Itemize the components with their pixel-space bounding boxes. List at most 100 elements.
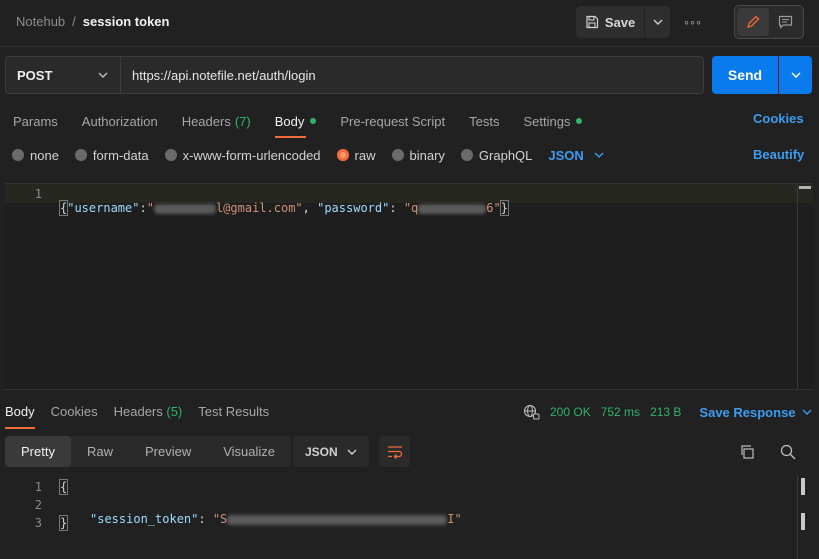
headers-count: (7) xyxy=(234,113,251,129)
tab-headers-label: Headers xyxy=(181,113,231,129)
line-number: 2 xyxy=(34,498,42,512)
line-number: 3 xyxy=(34,516,42,530)
key-password: "password" xyxy=(317,201,390,215)
response-tab-cookies-label: Cookies xyxy=(50,404,98,419)
response-key: "session_token" xyxy=(90,512,199,526)
body-type-options: none form-data x-www-form-urlencoded raw… xyxy=(12,146,604,164)
response-tab-cookies[interactable]: Cookies xyxy=(51,404,98,422)
request-body-code[interactable]: {"username":" l@gmail.com", "password": "… xyxy=(58,187,509,216)
radio-none[interactable]: none xyxy=(12,148,59,163)
radio-circle-selected xyxy=(336,149,349,161)
tab-pre-request-label: Pre-request Script xyxy=(340,113,446,129)
colon-space: : xyxy=(389,201,404,215)
response-tab-headers[interactable]: Headers (5) xyxy=(114,404,183,422)
body-indicator-dot xyxy=(310,118,317,124)
tab-body[interactable]: Body xyxy=(274,110,317,138)
chevron-down-icon xyxy=(790,72,801,78)
chevron-down-icon xyxy=(98,72,108,78)
response-tab-body[interactable]: Body xyxy=(5,404,35,429)
tab-settings[interactable]: Settings xyxy=(523,110,583,132)
method-select[interactable]: POST xyxy=(5,56,121,94)
send-options-button[interactable] xyxy=(779,56,812,94)
response-tab-test-results-label: Test Results xyxy=(198,404,270,419)
response-scroll-marker[interactable] xyxy=(801,478,805,495)
wrap-lines-button[interactable] xyxy=(379,436,410,467)
radio-circle xyxy=(74,149,87,161)
save-group: Save xyxy=(576,6,670,38)
save-button[interactable]: Save xyxy=(576,6,644,38)
response-value-suffix: I" xyxy=(447,512,462,526)
save-icon xyxy=(586,15,598,29)
tab-tests[interactable]: Tests xyxy=(469,110,499,132)
tab-authorization-label: Authorization xyxy=(81,113,158,129)
response-tab-test-results[interactable]: Test Results xyxy=(198,404,269,422)
redacted-session-token xyxy=(227,514,448,525)
radio-binary[interactable]: binary xyxy=(391,148,445,163)
copy-icon xyxy=(741,445,754,459)
response-meta: 200 OK 752 ms 213 B Save Response xyxy=(523,404,812,420)
tab-pre-request-script[interactable]: Pre-request Script xyxy=(340,110,445,132)
documentation-mode-button[interactable] xyxy=(769,8,801,36)
tab-authorization[interactable]: Authorization xyxy=(82,110,158,132)
close-brace: } xyxy=(499,200,509,216)
copy-button[interactable] xyxy=(737,442,757,462)
view-preview[interactable]: Preview xyxy=(129,436,207,467)
tab-headers[interactable]: Headers (7) xyxy=(182,110,251,132)
search-button[interactable] xyxy=(777,441,799,463)
chevron-down-icon xyxy=(802,409,812,415)
save-response-button[interactable]: Save Response xyxy=(699,404,812,420)
cookies-link[interactable]: Cookies xyxy=(753,111,804,126)
editor-scrollbar[interactable] xyxy=(797,185,811,389)
editor-scrollbar-thumb[interactable] xyxy=(799,186,811,189)
response-tab-headers-label: Headers xyxy=(113,404,163,419)
response-headers-count: (5) xyxy=(166,404,183,419)
password-prefix: "q xyxy=(403,201,419,215)
response-tabs: Body Cookies Headers (5) Test Results xyxy=(5,404,285,429)
pencil-icon xyxy=(747,15,760,28)
view-pretty[interactable]: Pretty xyxy=(5,436,71,467)
breadcrumb-workspace[interactable]: Notehub xyxy=(16,14,65,29)
view-raw[interactable]: Raw xyxy=(71,436,129,467)
view-visualize[interactable]: Visualize xyxy=(207,436,291,467)
wrap-lines-icon xyxy=(387,445,402,459)
status-code[interactable]: 200 OK xyxy=(550,405,591,419)
header-divider xyxy=(0,46,819,47)
response-size[interactable]: 213 B xyxy=(650,405,681,419)
beautify-link[interactable]: Beautify xyxy=(753,147,804,162)
tab-body-label: Body xyxy=(274,113,305,129)
tab-params[interactable]: Params xyxy=(13,110,58,132)
radio-form-data[interactable]: form-data xyxy=(74,147,149,163)
chevron-down-icon xyxy=(347,449,357,455)
response-token-line[interactable]: "session_token": "S I" xyxy=(90,498,462,526)
more-actions-button[interactable]: ◦◦◦ xyxy=(680,12,706,32)
radio-circle xyxy=(164,149,177,161)
comment-icon xyxy=(778,15,792,29)
radio-urlencoded[interactable]: x-www-form-urlencoded xyxy=(164,147,321,163)
response-format-select[interactable]: JSON xyxy=(293,436,369,467)
save-response-label: Save Response xyxy=(699,404,796,420)
line-number: 1 xyxy=(34,187,42,201)
request-name[interactable]: session token xyxy=(83,14,170,29)
radio-raw[interactable]: raw xyxy=(336,148,376,163)
radio-none-label: none xyxy=(30,147,59,163)
url-value: https://api.notefile.net/auth/login xyxy=(132,67,316,83)
response-colon: : xyxy=(198,512,213,526)
breadcrumb-separator: / xyxy=(72,14,76,29)
response-scroll-marker[interactable] xyxy=(801,513,805,530)
response-time[interactable]: 752 ms xyxy=(601,405,640,419)
globe-icon[interactable] xyxy=(523,404,540,420)
response-close-brace: } xyxy=(58,515,69,531)
body-format-select[interactable]: JSON xyxy=(548,148,604,163)
response-view-tabs: Pretty Raw Preview Visualize xyxy=(5,436,292,467)
save-options-button[interactable] xyxy=(645,6,670,38)
radio-form-data-label: form-data xyxy=(92,147,149,163)
send-button[interactable]: Send xyxy=(712,56,778,94)
edit-mode-button[interactable] xyxy=(737,8,769,36)
password-suffix: 6" xyxy=(486,201,501,215)
chevron-down-icon xyxy=(594,152,604,158)
redacted-password xyxy=(418,203,487,214)
radio-urlencoded-label: x-www-form-urlencoded xyxy=(182,147,321,163)
url-input[interactable]: https://api.notefile.net/auth/login xyxy=(121,56,704,94)
tab-tests-label: Tests xyxy=(469,113,500,129)
radio-graphql[interactable]: GraphQL xyxy=(460,148,532,163)
